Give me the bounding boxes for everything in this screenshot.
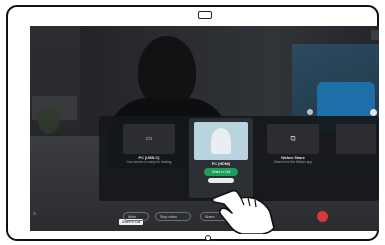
share-thumb [336,124,376,154]
edge-mark [33,212,36,215]
share-subtitle: Your screen is ready for sharing [126,160,172,164]
mute-button[interactable]: Mute [123,212,149,221]
video-screen: ▭ PC (USB-C) Your screen is ready for sh… [30,26,379,231]
share-thumb-preview [194,122,248,160]
monitor-icon: ▭ [145,135,153,143]
share-subtitle: Share from the Webex app [273,160,313,164]
share-thumb: ▭ [123,124,175,154]
status-icon [371,30,379,40]
share-source-webex[interactable]: ⧉ Webex Share Share from the Webex app [262,124,324,165]
end-call-button[interactable] [317,211,328,222]
share-source-partial[interactable] [332,124,379,154]
camera-icon [198,11,212,19]
share-source-usb-c[interactable]: ▭ PC (USB-C) Your screen is ready for sh… [118,124,180,165]
background-plant [38,106,60,134]
indicator-dot [307,109,313,115]
preview-person [211,128,231,154]
share-title: PC (HDMI) [211,162,231,166]
share-screen-icon: ⧉ [290,135,296,143]
share-in-call-button[interactable]: Share in Call [204,168,238,176]
share-thumb: ⧉ [267,124,319,154]
hand-pointer-icon [211,189,275,234]
home-button[interactable] [205,235,211,241]
indicator-dot-white [370,109,377,116]
stop-video-button[interactable]: Stop video [155,212,191,221]
